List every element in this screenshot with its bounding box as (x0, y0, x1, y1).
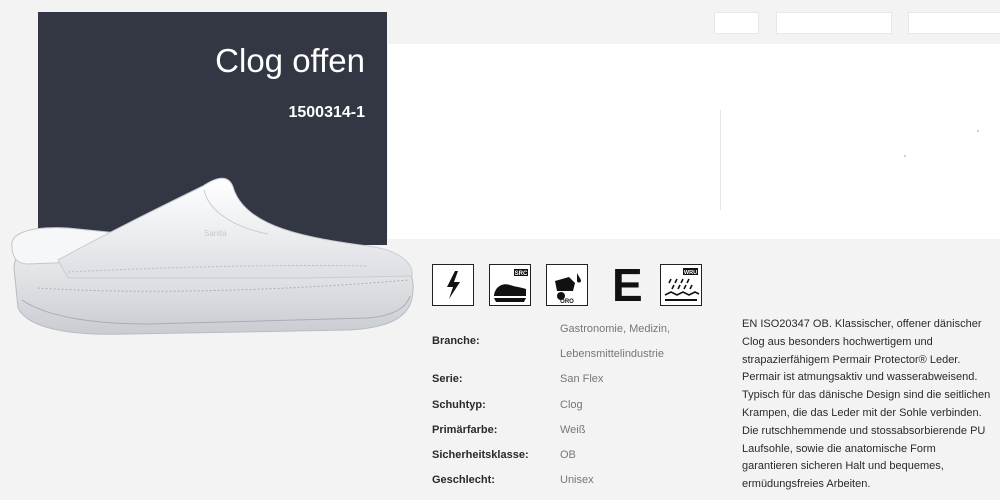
gallery-dot (904, 155, 906, 157)
wru-label: WRU (684, 270, 697, 276)
gallery-divider (720, 110, 721, 210)
spec-label-klasse: Sicherheitsklasse: (432, 449, 529, 461)
spec-value-klasse: OB (560, 449, 576, 461)
src-slip-resistance-icon: SRC (489, 264, 531, 306)
gallery-panel (388, 44, 1000, 239)
src-label: SRC (515, 271, 528, 277)
spec-value-farbe: Weiß (560, 424, 586, 436)
spec-label-farbe: Primärfarbe: (432, 424, 498, 436)
product-sku: 1500314-1 (288, 104, 365, 121)
oil-resistance-icon: ORO (546, 264, 588, 306)
product-title: Clog offen (215, 42, 365, 79)
energy-absorption-icon: E (612, 259, 643, 311)
spec-value-schuhtyp: Clog (560, 399, 583, 411)
oro-label: ORO (560, 299, 574, 305)
product-image[interactable]: Sanita (8, 168, 420, 363)
antistatic-icon (432, 264, 474, 306)
spec-label-serie: Serie: (432, 373, 463, 385)
spec-value-branche-2: Lebensmittelindustrie (560, 348, 664, 360)
product-description: EN ISO20347 OB. Klassischer, offener dän… (742, 318, 991, 491)
spec-value-geschlecht: Unisex (560, 474, 594, 486)
water-resistance-icon: WRU (660, 264, 702, 306)
spec-label-geschlecht: Geschlecht: (432, 474, 495, 486)
spec-value-serie: San Flex (560, 373, 604, 385)
top-nav-button-2[interactable] (776, 12, 892, 34)
spec-label-branche: Branche: (432, 335, 480, 347)
gallery-dot (977, 130, 979, 132)
top-nav-button-3[interactable] (908, 12, 1000, 34)
spec-value-branche-1: Gastronomie, Medizin, (560, 323, 671, 335)
spec-label-schuhtyp: Schuhtyp: (432, 399, 486, 411)
top-nav-button-1[interactable] (714, 12, 759, 34)
shoe-brand-logo: Sanita (204, 229, 227, 238)
